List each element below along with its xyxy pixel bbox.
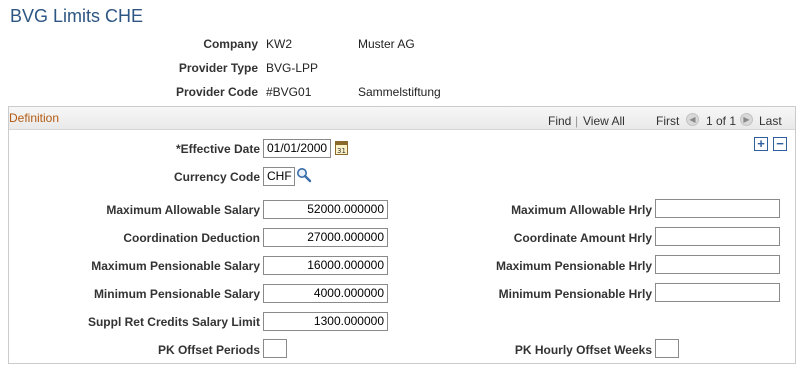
max-allowable-hrly-input[interactable]	[655, 199, 780, 218]
calendar-icon[interactable]: 31	[335, 141, 348, 155]
min-pensionable-hrly-input[interactable]	[655, 283, 780, 302]
company-code: KW2	[266, 37, 293, 51]
nav-separator: |	[575, 114, 579, 128]
currency-code-input[interactable]: CHF	[263, 167, 295, 186]
coordination-deduction-label: Coordination Deduction	[123, 231, 260, 245]
delete-row-button[interactable]: −	[773, 137, 787, 151]
pk-hourly-offset-weeks-label: PK Hourly Offset Weeks	[514, 343, 652, 357]
lookup-icon[interactable]	[296, 167, 312, 183]
suppl-ret-credits-input[interactable]: 1300.000000	[263, 312, 388, 331]
magnifier-glyph	[297, 168, 312, 183]
coordinate-amount-hrly-input[interactable]	[655, 227, 780, 246]
coordinate-amount-hrly-label: Coordinate Amount Hrly	[513, 231, 652, 245]
add-row-button[interactable]: +	[754, 137, 768, 151]
calendar-glyph: 31	[336, 142, 347, 155]
row-pager: 1 of 1	[706, 114, 737, 128]
find-link[interactable]: Find	[548, 114, 571, 128]
effective-date-input[interactable]: 01/01/2000	[263, 139, 331, 158]
effective-date-label: *Effective Date	[175, 142, 260, 156]
suppl-ret-credits-label: Suppl Ret Credits Salary Limit	[87, 315, 260, 329]
max-pensionable-salary-label: Maximum Pensionable Salary	[91, 259, 260, 273]
company-label: Company	[203, 37, 258, 51]
max-pensionable-salary-input[interactable]: 16000.000000	[263, 256, 388, 275]
currency-code-label: Currency Code	[173, 170, 260, 184]
max-allowable-salary-label: Maximum Allowable Salary	[106, 203, 260, 217]
svg-text:31: 31	[337, 147, 346, 154]
previous-row-icon[interactable]: ◀	[686, 113, 699, 126]
max-allowable-hrly-label: Maximum Allowable Hrly	[511, 203, 652, 217]
provider-type-label: Provider Type	[178, 61, 258, 75]
max-allowable-salary-input[interactable]: 52000.000000	[263, 200, 388, 219]
pk-hourly-offset-weeks-input[interactable]	[655, 339, 679, 358]
provider-code-label: Provider Code	[175, 85, 258, 99]
company-name: Muster AG	[358, 37, 415, 51]
pk-offset-periods-input[interactable]	[263, 339, 287, 358]
max-pensionable-hrly-input[interactable]	[655, 255, 780, 274]
next-row-icon[interactable]: ▶	[740, 113, 753, 126]
page-title: BVG Limits CHE	[10, 6, 144, 26]
min-pensionable-salary-input[interactable]: 4000.000000	[263, 284, 388, 303]
max-pensionable-hrly-label: Maximum Pensionable Hrly	[495, 259, 652, 273]
view-all-link[interactable]: View All	[583, 114, 625, 128]
provider-code-value: #BVG01	[266, 85, 312, 99]
definition-title: Definition	[9, 111, 60, 125]
min-pensionable-salary-label: Minimum Pensionable Salary	[93, 287, 260, 301]
provider-type-value: BVG-LPP	[266, 61, 319, 75]
provider-code-name: Sammelstiftung	[358, 85, 441, 99]
min-pensionable-hrly-label: Minimum Pensionable Hrly	[498, 287, 652, 301]
coordination-deduction-input[interactable]: 27000.000000	[263, 228, 388, 247]
first-label: First	[656, 114, 680, 128]
definition-header: Definition Find | View All First ◀ 1 of …	[9, 107, 795, 130]
last-label: Last	[759, 114, 782, 128]
pk-offset-periods-label: PK Offset Periods	[157, 343, 260, 357]
